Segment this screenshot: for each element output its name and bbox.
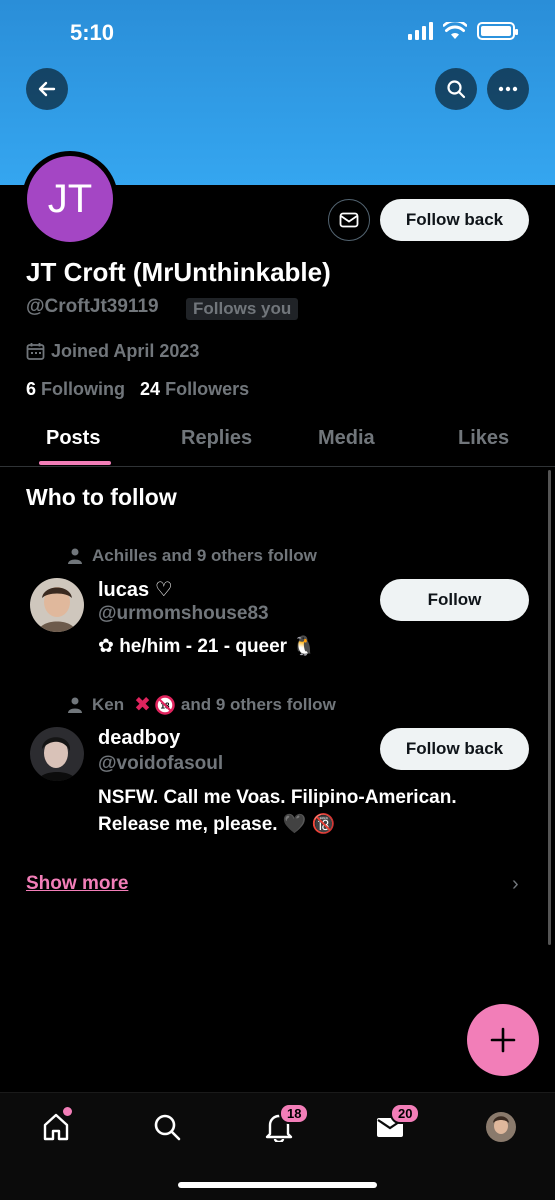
person-icon [68, 697, 82, 713]
calendar-icon [26, 343, 45, 360]
suggestion-name[interactable]: deadboy [98, 727, 180, 750]
followers-link[interactable]: 24 Followers [140, 379, 249, 399]
social-context-text: and 9 others follow [180, 695, 336, 714]
following-link[interactable]: 6 Following [26, 379, 125, 399]
compose-button[interactable] [467, 1004, 539, 1076]
nav-profile[interactable] [481, 1109, 521, 1145]
suggestion-avatar[interactable] [30, 727, 84, 781]
following-count: 6 [26, 379, 37, 399]
status-time: 5:10 [70, 20, 115, 45]
home-indicator [178, 1182, 377, 1188]
suggestion-bio: NSFW. Call me Voas. Filipino-American. R… [98, 787, 457, 835]
nav-messages[interactable]: 20 [370, 1103, 421, 1145]
avatar-photo [30, 727, 84, 781]
mail-icon [339, 212, 359, 228]
notifications-badge: 18 [279, 1103, 310, 1124]
display-name: JT Croft (MrUnthinkable) [26, 257, 331, 287]
avatar-photo [30, 578, 84, 632]
tab-posts[interactable]: Posts [46, 427, 100, 450]
social-context: Ken ✖ 18 and 9 others follow [68, 695, 336, 715]
joined-date: Joined April 2023 [26, 341, 199, 362]
search-icon [154, 1114, 181, 1141]
no-under-18-icon: 18 [155, 695, 175, 715]
follows-you-badge: Follows you [186, 298, 299, 320]
chevron-right-icon[interactable]: › [512, 873, 519, 896]
avatar-initials: JT [27, 156, 113, 242]
suggestion-avatar[interactable] [30, 578, 84, 632]
follow-back-button[interactable]: Follow back [380, 199, 529, 241]
message-button[interactable] [328, 199, 370, 241]
status-icons [408, 22, 518, 40]
home-icon [43, 1113, 69, 1141]
social-context-text: Achilles and 9 others follow [92, 546, 317, 565]
who-to-follow-title: Who to follow [26, 484, 177, 510]
messages-badge: 20 [390, 1103, 421, 1124]
nav-home[interactable] [36, 1107, 76, 1145]
active-tab-indicator [39, 461, 111, 465]
joined-text: Joined April 2023 [51, 341, 200, 361]
follow-back-button[interactable]: Follow back [380, 728, 529, 770]
followers-count: 24 [140, 379, 161, 399]
suggestion-handle: @urmomshouse83 [98, 603, 269, 624]
nav-search[interactable] [147, 1109, 187, 1145]
arrow-left-icon [38, 81, 56, 97]
suggestion-name[interactable]: lucas ♡ [98, 577, 173, 602]
plus-icon [490, 1027, 516, 1053]
profile-handle: @CroftJt39119 [26, 296, 159, 317]
following-label: Following [41, 379, 126, 399]
search-icon [447, 80, 466, 99]
show-more-link[interactable]: Show more [26, 873, 128, 895]
more-horizontal-icon [498, 86, 518, 92]
home-dot [63, 1107, 72, 1116]
cross-mark-emoji: ✖ [134, 694, 151, 716]
more-button[interactable] [487, 68, 529, 110]
wifi-icon [443, 22, 467, 39]
profile-avatar-small [486, 1112, 516, 1142]
tab-likes[interactable]: Likes [458, 427, 509, 450]
tab-media[interactable]: Media [318, 427, 375, 450]
suggestion-handle: @voidofasoul [98, 753, 224, 774]
social-context: Achilles and 9 others follow [68, 546, 317, 566]
tab-replies[interactable]: Replies [181, 427, 252, 450]
profile-tabs: Posts Replies Media Likes [0, 415, 555, 467]
person-icon [68, 548, 82, 564]
follow-stats: 6 Following 24 Followers [26, 379, 249, 400]
suggestion-bio: ✿ he/him - 21 - queer 🐧 [98, 636, 317, 657]
followers-label: Followers [165, 379, 250, 399]
back-button[interactable] [26, 68, 68, 110]
follow-button[interactable]: Follow [380, 579, 529, 621]
social-context-name: Ken [92, 695, 125, 714]
battery-icon [477, 22, 518, 40]
nav-notifications[interactable]: 18 [259, 1103, 310, 1145]
scrollbar[interactable] [548, 470, 551, 945]
signal-icon [408, 22, 433, 40]
profile-avatar[interactable]: JT [22, 151, 118, 247]
search-button[interactable] [435, 68, 477, 110]
